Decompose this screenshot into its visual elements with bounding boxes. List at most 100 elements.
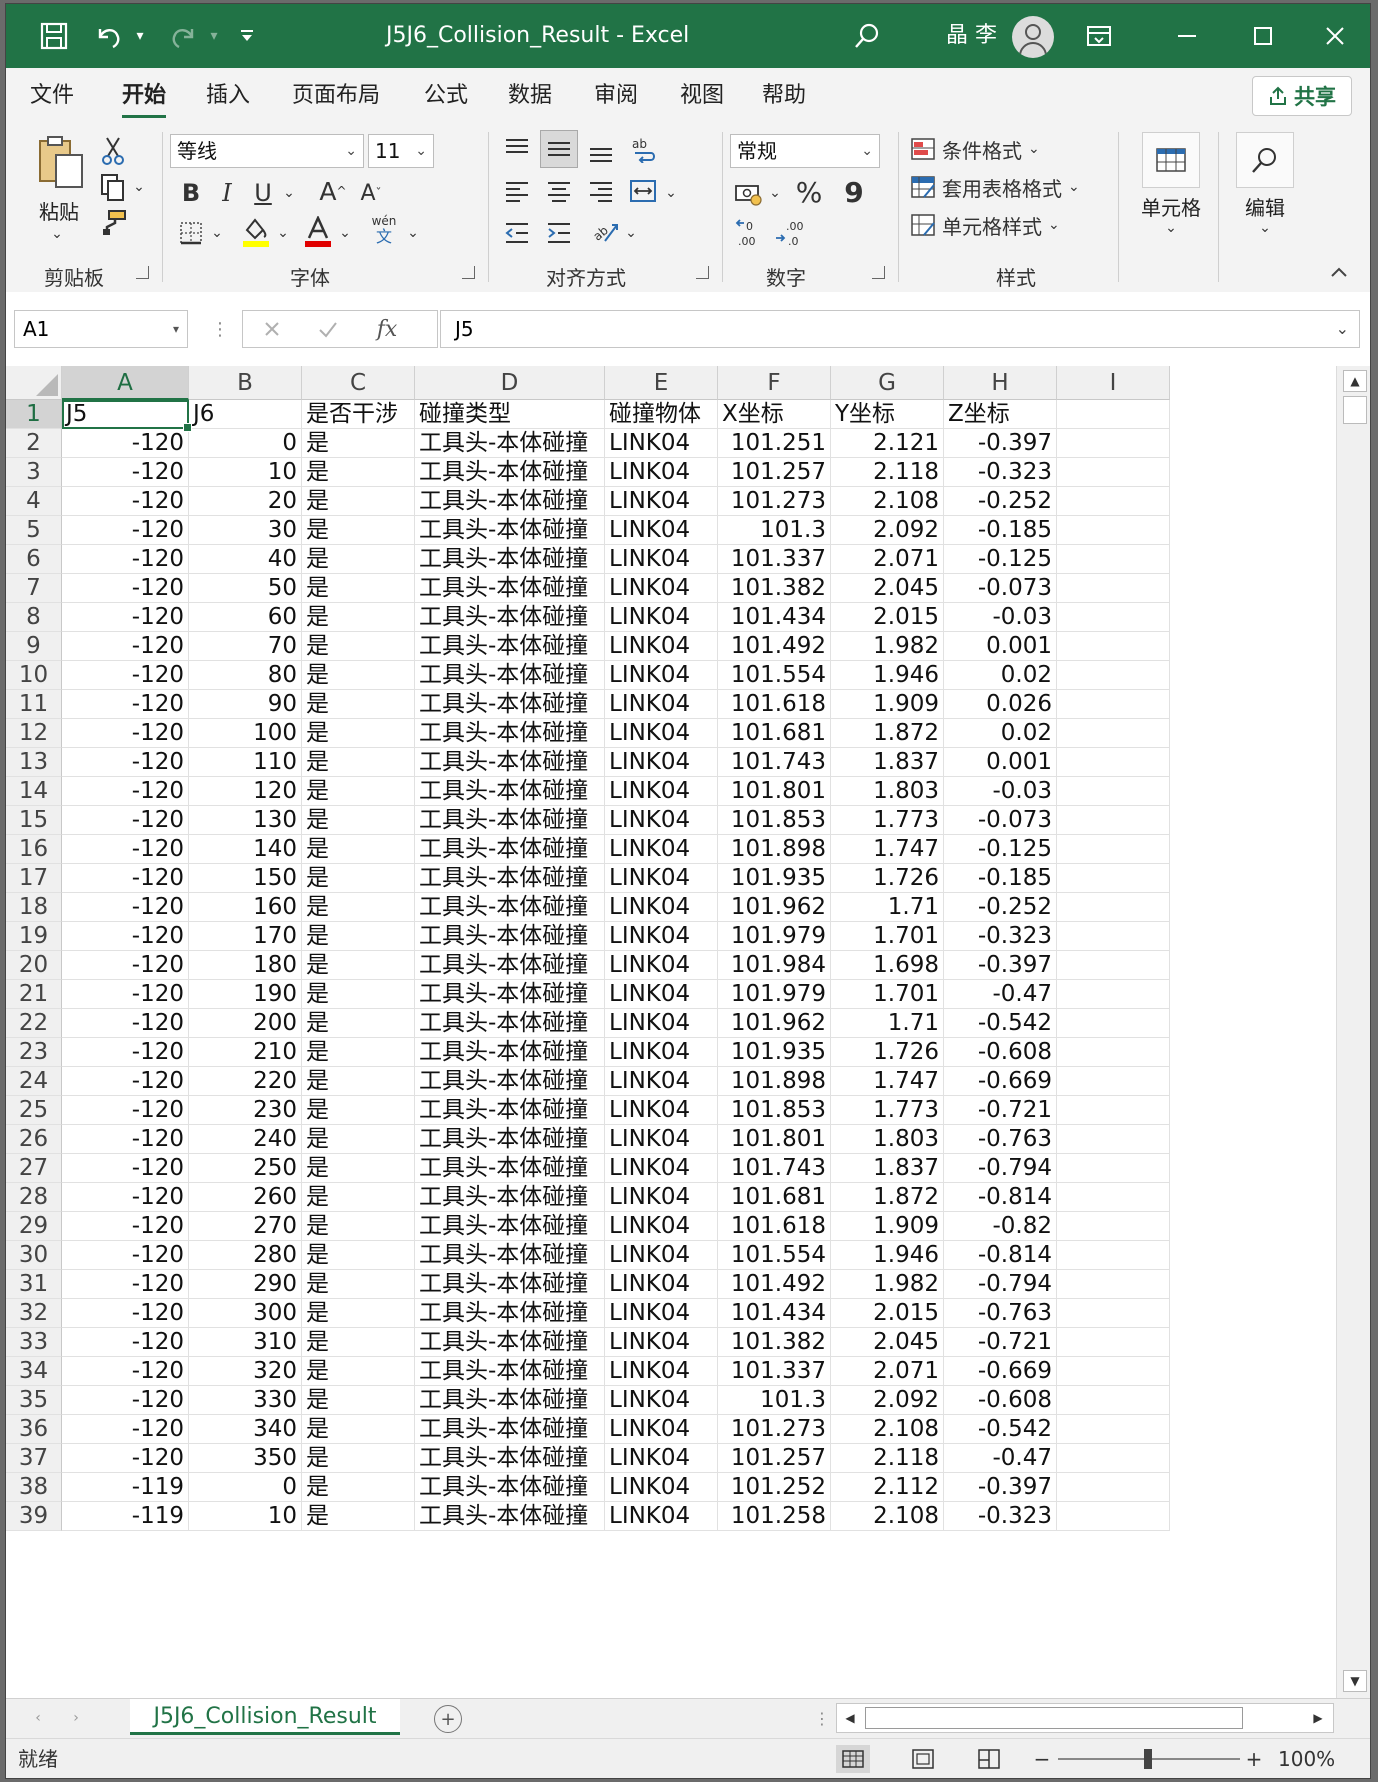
- cell-d34[interactable]: 工具头-本体碰撞: [415, 1357, 605, 1386]
- cell-f16[interactable]: 101.898: [718, 835, 831, 864]
- cell-d30[interactable]: 工具头-本体碰撞: [415, 1241, 605, 1270]
- cell-g12[interactable]: 1.872: [831, 719, 944, 748]
- insert-function-icon[interactable]: fx: [367, 313, 407, 345]
- row-header[interactable]: 12: [6, 719, 62, 748]
- cell-b16[interactable]: 140: [189, 835, 302, 864]
- align-middle-icon[interactable]: [540, 130, 578, 168]
- cell-g14[interactable]: 1.803: [831, 777, 944, 806]
- cell-i31[interactable]: [1057, 1270, 1170, 1299]
- cell-i36[interactable]: [1057, 1415, 1170, 1444]
- cell-d1[interactable]: 碰撞类型: [415, 400, 605, 429]
- cell-a9[interactable]: -120: [62, 632, 189, 661]
- cell-f4[interactable]: 101.273: [718, 487, 831, 516]
- cell-e4[interactable]: LINK04: [605, 487, 718, 516]
- cell-c17[interactable]: 是: [302, 864, 415, 893]
- cell-b4[interactable]: 20: [189, 487, 302, 516]
- cell-i14[interactable]: [1057, 777, 1170, 806]
- cell-e8[interactable]: LINK04: [605, 603, 718, 632]
- avatar[interactable]: [1012, 16, 1054, 58]
- scroll-right-icon[interactable]: ▶: [1307, 1706, 1329, 1730]
- cell-c19[interactable]: 是: [302, 922, 415, 951]
- cell-f32[interactable]: 101.434: [718, 1299, 831, 1328]
- collapse-ribbon-icon[interactable]: [1326, 260, 1352, 284]
- cell-g26[interactable]: 1.803: [831, 1125, 944, 1154]
- cell-a34[interactable]: -120: [62, 1357, 189, 1386]
- tab-file[interactable]: 文件: [30, 68, 74, 124]
- underline-dropdown-icon[interactable]: ⌄: [280, 180, 298, 206]
- cell-f1[interactable]: X坐标: [718, 400, 831, 429]
- font-size-combo[interactable]: 11 ⌄: [368, 134, 434, 168]
- cell-e12[interactable]: LINK04: [605, 719, 718, 748]
- cell-b14[interactable]: 120: [189, 777, 302, 806]
- cell-e27[interactable]: LINK04: [605, 1154, 718, 1183]
- cell-f29[interactable]: 101.618: [718, 1212, 831, 1241]
- cell-c12[interactable]: 是: [302, 719, 415, 748]
- cell-b3[interactable]: 10: [189, 458, 302, 487]
- cell-b18[interactable]: 160: [189, 893, 302, 922]
- scroll-down-icon[interactable]: ▼: [1343, 1670, 1367, 1692]
- row-header[interactable]: 15: [6, 806, 62, 835]
- cell-f25[interactable]: 101.853: [718, 1096, 831, 1125]
- cell-b36[interactable]: 340: [189, 1415, 302, 1444]
- cell-i7[interactable]: [1057, 574, 1170, 603]
- increase-indent-icon[interactable]: [542, 216, 576, 250]
- cell-d13[interactable]: 工具头-本体碰撞: [415, 748, 605, 777]
- cell-a26[interactable]: -120: [62, 1125, 189, 1154]
- cell-d2[interactable]: 工具头-本体碰撞: [415, 429, 605, 458]
- cell-g29[interactable]: 1.909: [831, 1212, 944, 1241]
- cell-c38[interactable]: 是: [302, 1473, 415, 1502]
- cell-i27[interactable]: [1057, 1154, 1170, 1183]
- cell-g4[interactable]: 2.108: [831, 487, 944, 516]
- cell-f8[interactable]: 101.434: [718, 603, 831, 632]
- conditional-formatting-button[interactable]: 条件格式 ⌄: [910, 134, 1130, 164]
- cell-a39[interactable]: -119: [62, 1502, 189, 1531]
- borders-icon[interactable]: [174, 216, 208, 250]
- cell-b26[interactable]: 240: [189, 1125, 302, 1154]
- cell-a32[interactable]: -120: [62, 1299, 189, 1328]
- cell-b39[interactable]: 10: [189, 1502, 302, 1531]
- cell-a28[interactable]: -120: [62, 1183, 189, 1212]
- cell-a30[interactable]: -120: [62, 1241, 189, 1270]
- cell-f18[interactable]: 101.962: [718, 893, 831, 922]
- cell-g31[interactable]: 1.982: [831, 1270, 944, 1299]
- row-header[interactable]: 34: [6, 1357, 62, 1386]
- cell-c35[interactable]: 是: [302, 1386, 415, 1415]
- cell-a5[interactable]: -120: [62, 516, 189, 545]
- accounting-dropdown-icon[interactable]: ⌄: [766, 180, 784, 206]
- cell-b22[interactable]: 200: [189, 1009, 302, 1038]
- cell-d31[interactable]: 工具头-本体碰撞: [415, 1270, 605, 1299]
- cell-d6[interactable]: 工具头-本体碰撞: [415, 545, 605, 574]
- column-header-d[interactable]: D: [415, 366, 605, 400]
- cell-f19[interactable]: 101.979: [718, 922, 831, 951]
- cell-i21[interactable]: [1057, 980, 1170, 1009]
- cell-c27[interactable]: 是: [302, 1154, 415, 1183]
- cell-h17[interactable]: -0.185: [944, 864, 1057, 893]
- number-format-combo[interactable]: 常规 ⌄: [730, 134, 880, 168]
- tab-home[interactable]: 开始: [122, 68, 167, 124]
- cell-c30[interactable]: 是: [302, 1241, 415, 1270]
- previous-sheet-icon[interactable]: ‹: [28, 1705, 48, 1731]
- font-launcher-icon[interactable]: [462, 266, 475, 279]
- scroll-up-icon[interactable]: ▲: [1343, 370, 1367, 392]
- cell-f36[interactable]: 101.273: [718, 1415, 831, 1444]
- cell-i22[interactable]: [1057, 1009, 1170, 1038]
- cell-h38[interactable]: -0.397: [944, 1473, 1057, 1502]
- cell-d22[interactable]: 工具头-本体碰撞: [415, 1009, 605, 1038]
- cell-g35[interactable]: 2.092: [831, 1386, 944, 1415]
- cell-g20[interactable]: 1.698: [831, 951, 944, 980]
- column-header-g[interactable]: G: [831, 366, 944, 400]
- underline-icon[interactable]: U: [246, 176, 280, 210]
- cell-h27[interactable]: -0.794: [944, 1154, 1057, 1183]
- cell-b11[interactable]: 90: [189, 690, 302, 719]
- cell-f3[interactable]: 101.257: [718, 458, 831, 487]
- cell-e28[interactable]: LINK04: [605, 1183, 718, 1212]
- paste-label[interactable]: 粘贴: [30, 196, 88, 225]
- cell-b25[interactable]: 230: [189, 1096, 302, 1125]
- cell-h10[interactable]: 0.02: [944, 661, 1057, 690]
- horizontal-scroll-thumb[interactable]: [865, 1707, 1243, 1729]
- row-header[interactable]: 29: [6, 1212, 62, 1241]
- cell-e6[interactable]: LINK04: [605, 545, 718, 574]
- cell-f35[interactable]: 101.3: [718, 1386, 831, 1415]
- cell-c4[interactable]: 是: [302, 487, 415, 516]
- cell-e15[interactable]: LINK04: [605, 806, 718, 835]
